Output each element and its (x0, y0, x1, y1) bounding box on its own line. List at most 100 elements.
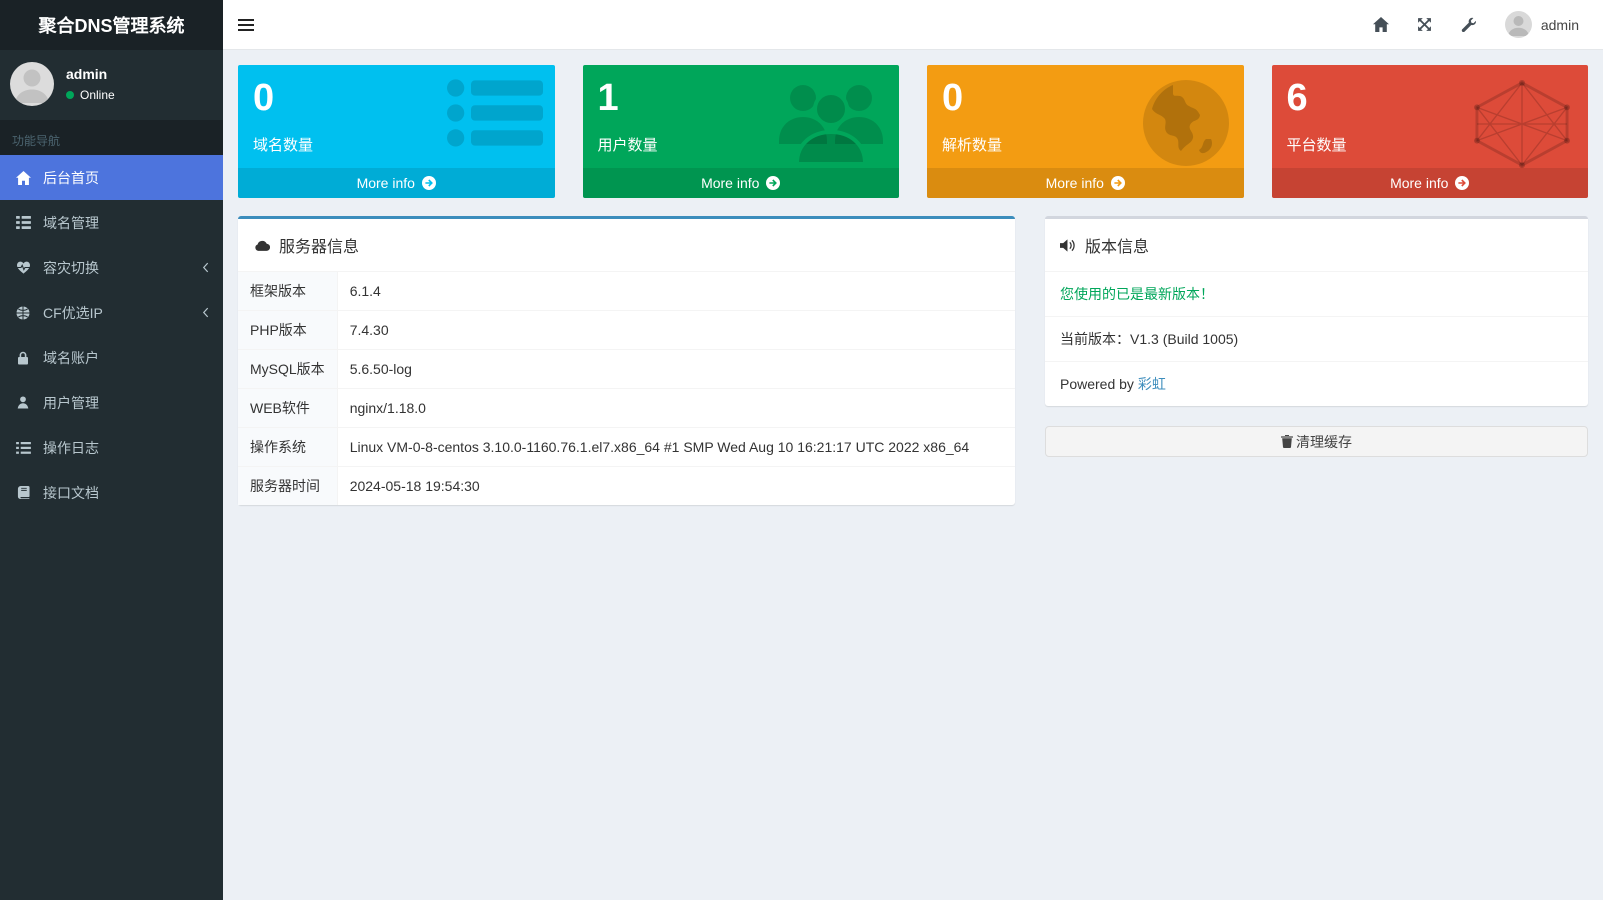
sidebar-item-failover[interactable]: 容灾切换 (0, 245, 223, 290)
powered-by-link[interactable]: 彩虹 (1138, 376, 1166, 392)
clear-cache-label: 清理缓存 (1296, 432, 1352, 452)
sidebar-item-label: 操作日志 (43, 438, 99, 458)
navbar: admin (223, 0, 1603, 50)
sidebar-item-label: CF优选IP (43, 303, 103, 323)
server-info-panel: 服务器信息 框架版本 6.1.4 PHP版本 7.4.30 MySQL版本 5.… (238, 216, 1015, 505)
stat-box-users: 1 用户数量 More info (583, 65, 900, 198)
sidebar-item-users[interactable]: 用户管理 (0, 380, 223, 425)
more-info-label: More info (701, 175, 759, 191)
powered-by: Powered by 彩虹 (1045, 362, 1588, 406)
table-row: 框架版本 6.1.4 (238, 272, 1015, 311)
sidebar-username: admin (66, 66, 115, 82)
volume-icon (1060, 239, 1076, 252)
table-row: 操作系统 Linux VM-0-8-centos 3.10.0-1160.76.… (238, 428, 1015, 467)
stat-box-platforms: 6 平台数量 More info (1272, 65, 1589, 198)
cloud-icon (253, 239, 270, 251)
th-list-icon (14, 216, 32, 229)
avatar (1505, 11, 1532, 38)
sidebar-item-logs[interactable]: 操作日志 (0, 425, 223, 470)
stat-body: 1 用户数量 (583, 65, 900, 168)
stat-box-domains: 0 域名数量 More info (238, 65, 555, 198)
sidebar-item-domains[interactable]: 域名管理 (0, 200, 223, 245)
clear-cache-button[interactable]: 清理缓存 (1045, 426, 1588, 457)
row-value: nginx/1.18.0 (337, 389, 1015, 428)
globe-icon (1140, 77, 1232, 174)
row-label: MySQL版本 (238, 350, 337, 389)
user-status-label: Online (80, 88, 115, 102)
online-dot-icon (66, 91, 74, 99)
stats-row: 0 域名数量 More info 1 用户数量 More info (238, 65, 1588, 198)
user-icon (14, 396, 32, 409)
more-info-label: More info (1390, 175, 1448, 191)
arrow-circle-right-icon (1111, 176, 1125, 190)
home-icon (1373, 17, 1389, 32)
row-value: 5.6.50-log (337, 350, 1015, 389)
sidebar-toggle-button[interactable] (223, 0, 269, 50)
sidebar-section-header: 功能导航 (0, 120, 223, 155)
row-value: 7.4.30 (337, 311, 1015, 350)
wrench-icon (1461, 17, 1476, 32)
arrow-circle-right-icon (766, 176, 780, 190)
row-value: 6.1.4 (337, 272, 1015, 311)
more-info-link[interactable]: More info (238, 168, 555, 198)
current-version: 当前版本：V1.3 (Build 1005) (1045, 317, 1588, 362)
stat-box-records: 0 解析数量 More info (927, 65, 1244, 198)
sidebar-item-accounts[interactable]: 域名账户 (0, 335, 223, 380)
sidebar-item-dashboard[interactable]: 后台首页 (0, 155, 223, 200)
version-info-panel: 版本信息 您使用的已是最新版本！ 当前版本：V1.3 (Build 1005) … (1045, 216, 1588, 406)
lock-icon (14, 351, 32, 365)
arrow-circle-right-icon (422, 176, 436, 190)
row-label: 操作系统 (238, 428, 337, 467)
version-column: 版本信息 您使用的已是最新版本！ 当前版本：V1.3 (Build 1005) … (1045, 216, 1588, 457)
table-row: MySQL版本 5.6.50-log (238, 350, 1015, 389)
navbar-username: admin (1541, 17, 1579, 33)
sidebar: admin Online 功能导航 后台首页 域名管理 容灾切换 (0, 50, 223, 900)
hamburger-icon (238, 18, 254, 32)
stat-body: 6 平台数量 (1272, 65, 1589, 168)
stat-body: 0 域名数量 (238, 65, 555, 168)
version-list: 您使用的已是最新版本！ 当前版本：V1.3 (Build 1005) Power… (1045, 272, 1588, 406)
users-icon (775, 77, 887, 170)
top-bar: 聚合DNS管理系统 (0, 0, 1603, 50)
table-row: 服务器时间 2024-05-18 19:54:30 (238, 467, 1015, 506)
sidebar-item-cf-ip[interactable]: CF优选IP (0, 290, 223, 335)
row-label: 服务器时间 (238, 467, 337, 506)
more-info-label: More info (1046, 175, 1104, 191)
powered-by-text: Powered by (1060, 376, 1138, 392)
chevron-left-icon (202, 307, 209, 318)
table-row: PHP版本 7.4.30 (238, 311, 1015, 350)
sidebar-user-panel: admin Online (0, 50, 223, 120)
panels-row: 服务器信息 框架版本 6.1.4 PHP版本 7.4.30 MySQL版本 5.… (238, 216, 1588, 505)
sidebar-item-label: 接口文档 (43, 483, 99, 503)
th-list-icon (447, 77, 543, 152)
more-info-link[interactable]: More info (583, 168, 900, 198)
row-label: WEB软件 (238, 389, 337, 428)
sidebar-item-label: 容灾切换 (43, 258, 99, 278)
chevron-left-icon (202, 262, 209, 273)
trash-icon (1281, 435, 1293, 448)
server-info-table: 框架版本 6.1.4 PHP版本 7.4.30 MySQL版本 5.6.50-l… (238, 272, 1015, 505)
network-icon (1468, 77, 1576, 176)
server-info-header: 服务器信息 (238, 219, 1015, 272)
home-icon (14, 171, 32, 185)
row-label: 框架版本 (238, 272, 337, 311)
row-value: Linux VM-0-8-centos 3.10.0-1160.76.1.el7… (337, 428, 1015, 467)
sidebar-item-label: 用户管理 (43, 393, 99, 413)
arrow-circle-right-icon (1455, 176, 1469, 190)
globe-icon (14, 306, 32, 320)
home-button[interactable] (1359, 0, 1403, 50)
list-icon (14, 442, 32, 454)
sidebar-menu: 后台首页 域名管理 容灾切换 CF优选IP (0, 155, 223, 515)
sidebar-item-label: 后台首页 (43, 168, 99, 188)
heartbeat-icon (14, 261, 32, 274)
sidebar-item-api-docs[interactable]: 接口文档 (0, 470, 223, 515)
user-status: Online (66, 88, 115, 102)
sidebar-item-label: 域名管理 (43, 213, 99, 233)
sidebar-user-meta: admin Online (66, 62, 115, 106)
navbar-right: admin (1359, 0, 1603, 50)
version-info-header: 版本信息 (1045, 219, 1588, 272)
more-info-label: More info (357, 175, 415, 191)
fullscreen-button[interactable] (1403, 0, 1447, 50)
settings-button[interactable] (1447, 0, 1491, 50)
user-menu[interactable]: admin (1491, 0, 1585, 50)
